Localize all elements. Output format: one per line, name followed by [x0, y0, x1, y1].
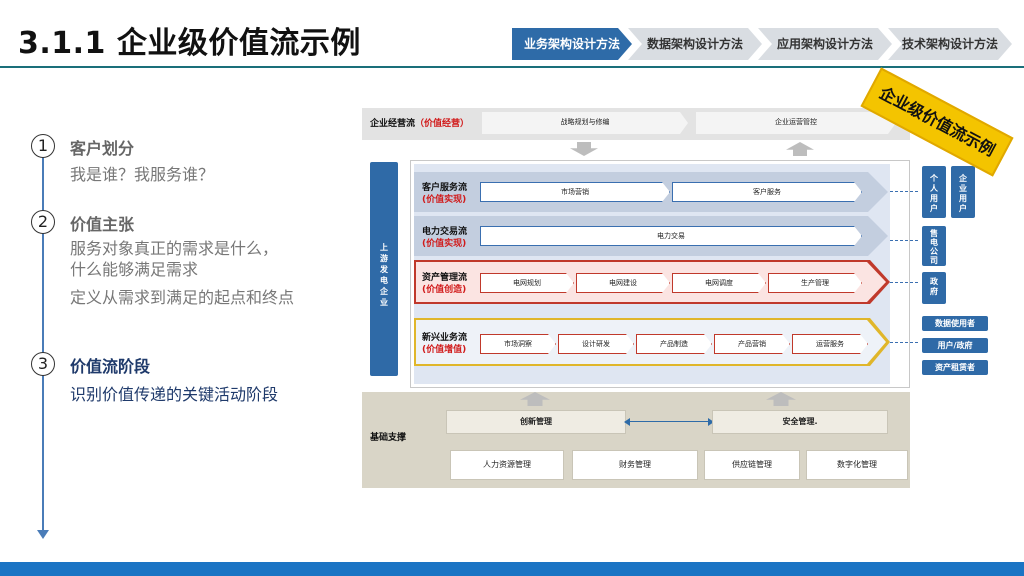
grid-planning-step: 电网规划: [480, 273, 574, 293]
personal-user-box: 个人用户: [922, 166, 946, 218]
step-title-2: 价值主张: [70, 215, 135, 234]
breadcrumb-data-architecture[interactable]: 数据架构设计方法: [628, 28, 762, 60]
enterprise-user-box: 企业用户: [951, 166, 975, 218]
step-number-2: 2: [31, 210, 55, 234]
step-number-1: 1: [31, 134, 55, 158]
operation-service-step: 运营服务: [792, 334, 868, 354]
finance-management-box: 财务管理: [572, 450, 698, 480]
header-divider: [0, 66, 1024, 68]
emerging-business-flow-label: 新兴业务流 (价值增值): [422, 333, 468, 355]
power-trading-flow-label: 电力交易流 (价值实现): [422, 227, 468, 249]
step-text-2-line-2: 什么能够满足需求: [70, 260, 199, 279]
bottom-bar: [0, 562, 1024, 576]
base-support-label: 基础支撑: [370, 433, 407, 443]
hr-management-box: 人力资源管理: [450, 450, 564, 480]
up-arrow-icon: [786, 142, 814, 156]
page-title: 3.1.1 企业级价值流示例: [18, 26, 361, 61]
product-manufacturing-step: 产品制造: [636, 334, 712, 354]
down-arrow-icon: [570, 142, 598, 156]
step-text-3-line-1: 识别价值传递的关键活动阶段: [70, 385, 279, 404]
market-insight-step: 市场洞察: [480, 334, 556, 354]
enterprise-operation-label: 企业经营流（价值经营）: [370, 119, 470, 129]
breadcrumb-business-architecture[interactable]: 业务架构设计方法: [512, 28, 632, 60]
breadcrumb-technology-architecture[interactable]: 技术架构设计方法: [888, 28, 1012, 60]
enterprise-operation-control-step: 企业运营管控: [696, 112, 896, 134]
strategy-planning-step: 战略规划与修编: [482, 112, 688, 134]
government-box: 政府: [922, 272, 946, 304]
connector-trade: [890, 240, 918, 241]
marketing-step: 市场营销: [480, 182, 670, 202]
power-trading-step: 电力交易: [480, 226, 862, 246]
customer-service-flow-label: 客户服务流 (价值实现): [422, 183, 468, 205]
product-marketing-step: 产品营销: [714, 334, 790, 354]
customer-service-step: 客户服务: [672, 182, 862, 202]
data-user-box: 数据使用者: [922, 316, 988, 331]
asset-lessee-box: 资产租赁者: [922, 360, 988, 375]
upstream-generator-box: 上游发电企业: [370, 162, 398, 376]
step-text-2-line-3: 定义从需求到满足的起点和终点: [70, 288, 295, 307]
bidirectional-arrow-line: [628, 421, 710, 422]
grid-dispatch-step: 电网调度: [672, 273, 766, 293]
timeline-arrow-icon: [37, 530, 49, 539]
breadcrumb: 业务架构设计方法 数据架构设计方法 应用架构设计方法 技术架构设计方法: [512, 28, 1012, 60]
step-number-3: 3: [31, 352, 55, 376]
design-rd-step: 设计研发: [558, 334, 634, 354]
timeline-line: [42, 150, 44, 532]
grid-construction-step: 电网建设: [576, 273, 670, 293]
asset-management-flow-label: 资产管理流 (价值创造): [422, 273, 468, 295]
step-title-1: 客户划分: [70, 139, 135, 158]
retail-company-box: 售电公司: [922, 226, 946, 266]
user-government-box: 用户/政府: [922, 338, 988, 353]
production-management-step: 生产管理: [768, 273, 862, 293]
step-title-3: 价值流阶段: [70, 357, 151, 376]
connector-asset: [890, 282, 918, 283]
digital-management-box: 数字化管理: [806, 450, 908, 480]
step-text-1-line-1: 我是谁？我服务谁？: [70, 165, 215, 184]
breadcrumb-application-architecture[interactable]: 应用架构设计方法: [758, 28, 892, 60]
connector-emerging: [890, 342, 918, 343]
arrow-left-icon: [624, 418, 630, 426]
step-text-2-line-1: 服务对象真正的需求是什么，: [70, 239, 279, 258]
security-management-box: 安全管理.: [712, 410, 888, 434]
supply-chain-management-box: 供应链管理: [704, 450, 800, 480]
connector-customer: [890, 191, 918, 192]
innovation-management-box: 创新管理: [446, 410, 626, 434]
